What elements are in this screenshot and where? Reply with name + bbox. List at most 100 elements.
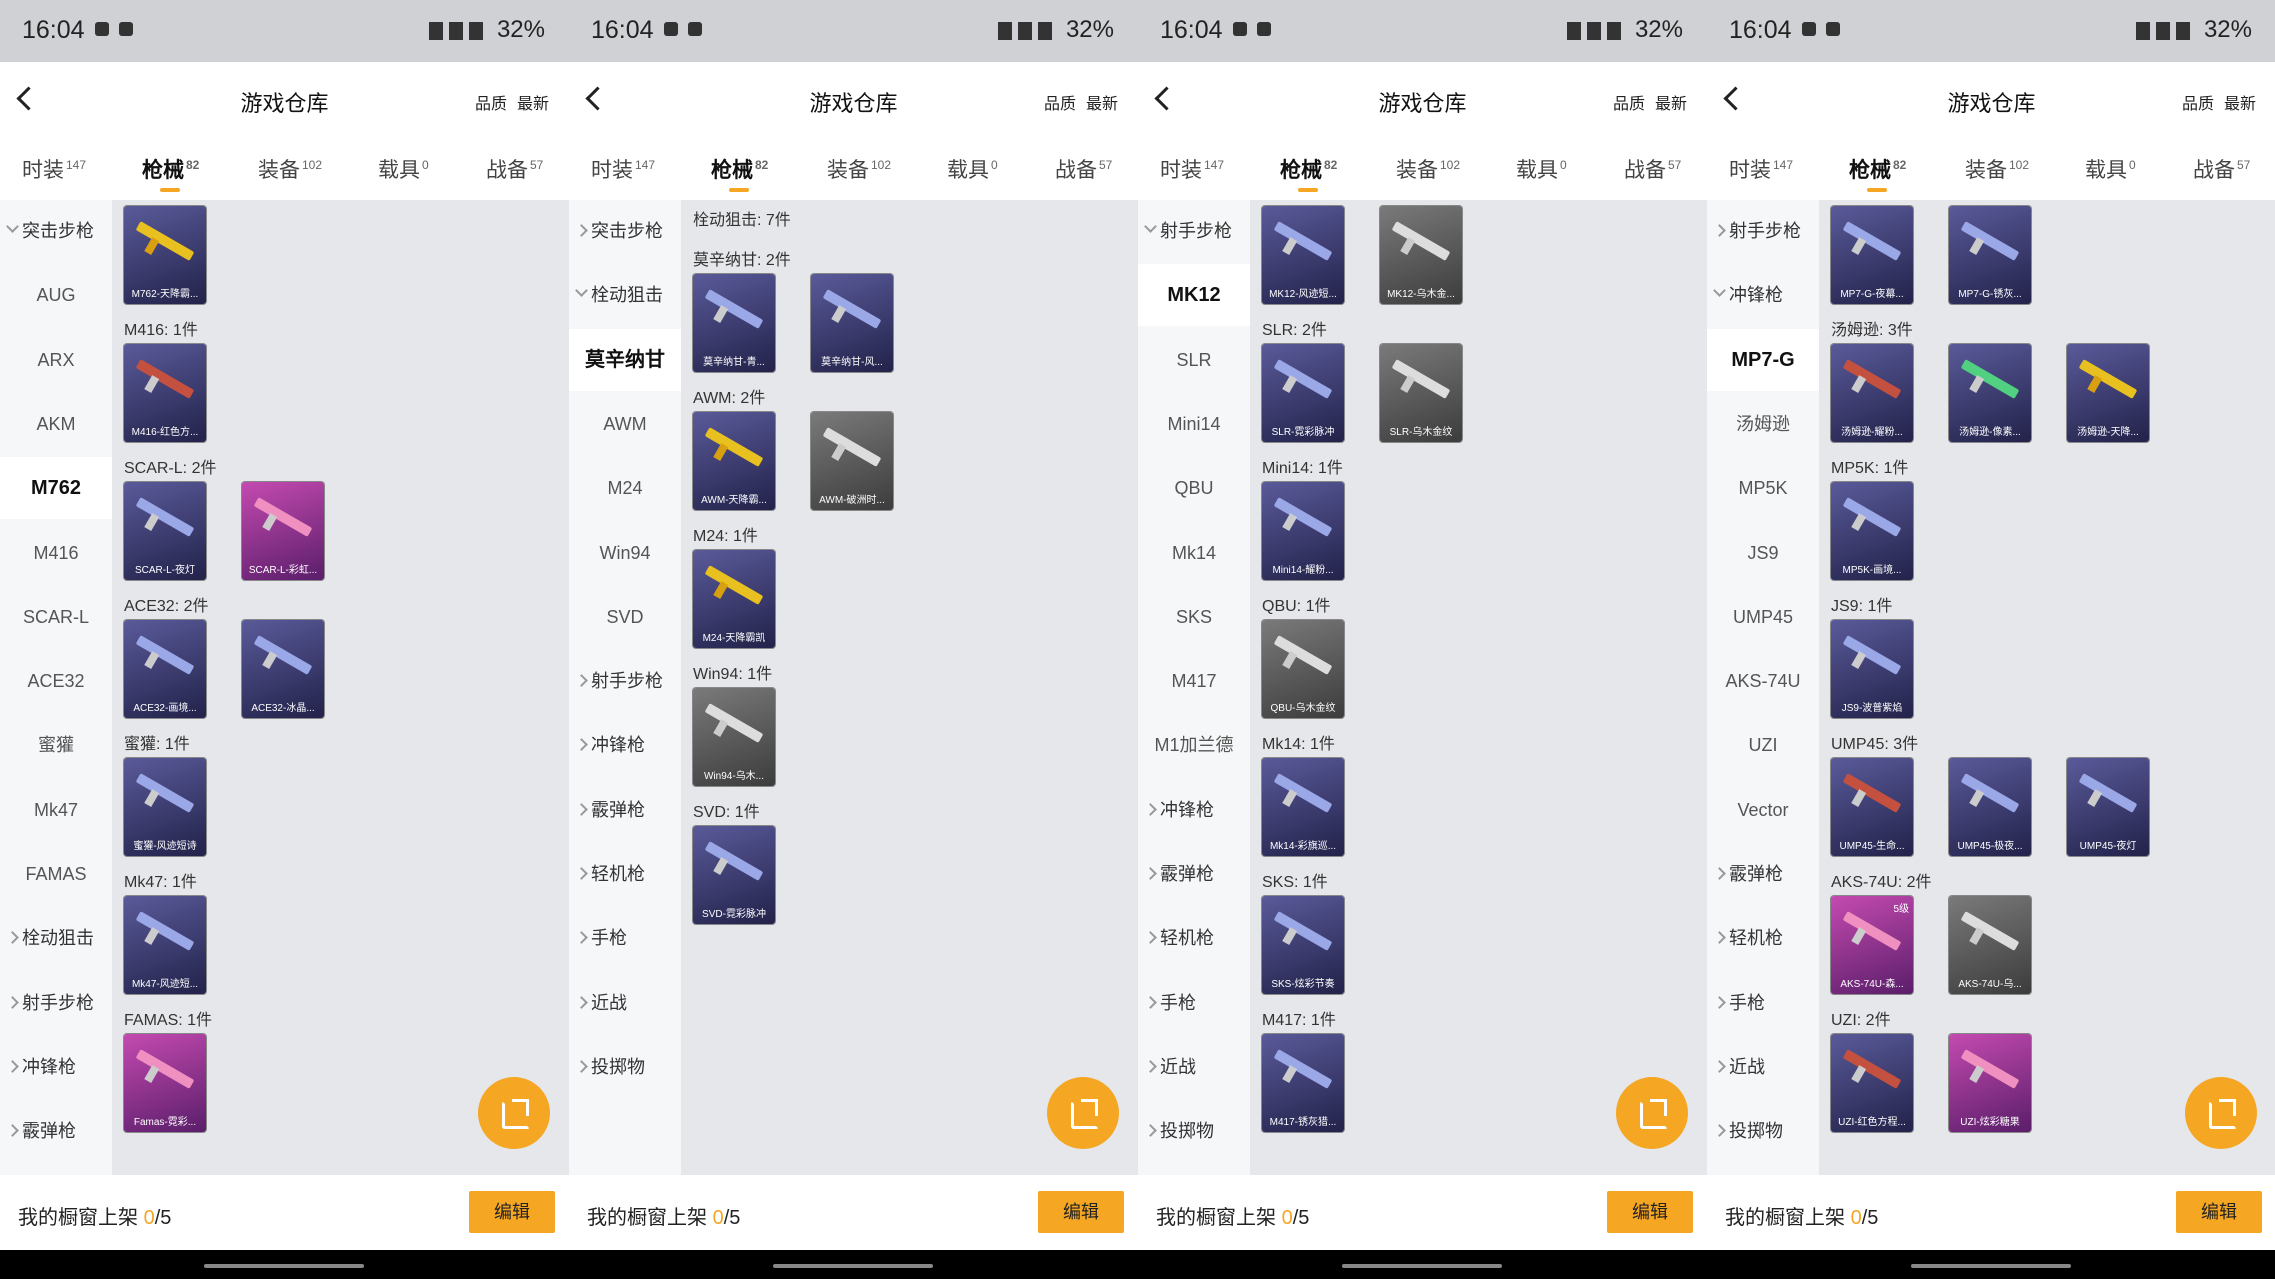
sidebar-item[interactable]: 蜜獾	[0, 714, 112, 776]
tab-1[interactable]: 枪械 82	[142, 154, 199, 192]
skin-card[interactable]: 莫辛纳甘-风...	[811, 274, 893, 372]
sidebar-item[interactable]: JS9	[1707, 522, 1819, 584]
sidebar-item[interactable]: AKS-74U	[1707, 650, 1819, 712]
sidebar-group[interactable]: 投掷物	[569, 1036, 681, 1098]
sidebar-group[interactable]: 冲锋枪	[0, 1036, 112, 1098]
skin-card[interactable]: SLR-乌木金纹	[1380, 344, 1462, 442]
skin-card[interactable]: Mk47-风迹短...	[124, 896, 206, 994]
sidebar-item[interactable]: MK12	[1138, 264, 1250, 327]
sidebar-item[interactable]: AKM	[0, 393, 112, 455]
sort-quality-button[interactable]: 品质	[475, 96, 507, 113]
sort-latest-button[interactable]: 最新	[1655, 96, 1687, 113]
sidebar-group[interactable]: 霰弹枪	[1138, 843, 1250, 905]
home-indicator[interactable]	[1342, 1264, 1502, 1268]
share-external-icon[interactable]	[1616, 1077, 1688, 1149]
sort-quality-button[interactable]: 品质	[1044, 96, 1076, 113]
skin-card[interactable]: ACE32-冰晶...	[242, 620, 324, 718]
sidebar-group[interactable]: 轻机枪	[1138, 907, 1250, 969]
skin-card[interactable]: SVD-霓彩脉冲	[693, 826, 775, 924]
sidebar-item[interactable]: Mini14	[1138, 393, 1250, 455]
sidebar-item[interactable]: SLR	[1138, 329, 1250, 391]
skin-card[interactable]: 汤姆逊-耀粉...	[1831, 344, 1913, 442]
sidebar-group[interactable]: 手枪	[1138, 972, 1250, 1034]
skin-card[interactable]: UZI-炫彩糖果	[1949, 1034, 2031, 1132]
sidebar-item[interactable]: M417	[1138, 650, 1250, 712]
skin-card[interactable]: Mini14-耀粉...	[1262, 482, 1344, 580]
home-indicator[interactable]	[204, 1264, 364, 1268]
skin-card[interactable]: Win94-乌木...	[693, 688, 775, 786]
sidebar-group[interactable]: 突击步枪	[0, 200, 112, 262]
tab-4[interactable]: 战备 57	[1055, 154, 1112, 184]
sidebar-group[interactable]: 冲锋枪	[1138, 779, 1250, 841]
tab-0[interactable]: 时装 147	[591, 154, 655, 184]
skin-card[interactable]: 汤姆逊-天降...	[2067, 344, 2149, 442]
skin-card[interactable]: UZI-红色方程...	[1831, 1034, 1913, 1132]
tab-4[interactable]: 战备 57	[486, 154, 543, 184]
skin-card[interactable]: ACE32-画境...	[124, 620, 206, 718]
skin-card[interactable]: M24-天降霸凯	[693, 550, 775, 648]
sidebar-item[interactable]: UMP45	[1707, 586, 1819, 648]
skin-card[interactable]: MP5K-画境...	[1831, 482, 1913, 580]
sidebar-group[interactable]: 突击步枪	[569, 200, 681, 262]
sidebar-group[interactable]: 手枪	[569, 907, 681, 969]
tab-4[interactable]: 战备 57	[1624, 154, 1681, 184]
skin-card[interactable]: MK12-乌木金...	[1380, 206, 1462, 304]
sidebar-group[interactable]: 霰弹枪	[569, 779, 681, 841]
tab-3[interactable]: 载具 0	[1516, 154, 1567, 184]
sidebar-group[interactable]: 射手步枪	[1707, 200, 1819, 262]
skin-card[interactable]: SKS-炫彩节奏	[1262, 896, 1344, 994]
skin-card[interactable]: 蜜獾-风迹短诗	[124, 758, 206, 856]
tab-2[interactable]: 装备 102	[827, 154, 891, 184]
tab-1[interactable]: 枪械 82	[1280, 154, 1337, 192]
tab-2[interactable]: 装备 102	[1965, 154, 2029, 184]
sidebar-item[interactable]: SKS	[1138, 586, 1250, 648]
skin-card[interactable]: SCAR-L-夜灯	[124, 482, 206, 580]
sidebar-group[interactable]: 投掷物	[1707, 1100, 1819, 1162]
tab-0[interactable]: 时装 147	[22, 154, 86, 184]
tab-3[interactable]: 载具 0	[947, 154, 998, 184]
sidebar-item[interactable]: M1加兰德	[1138, 714, 1250, 776]
tab-0[interactable]: 时装 147	[1729, 154, 1793, 184]
sidebar-item[interactable]: M416	[0, 522, 112, 584]
skin-card[interactable]: JS9-波普紫焰	[1831, 620, 1913, 718]
sidebar-group[interactable]: 冲锋枪	[569, 714, 681, 776]
skin-card[interactable]: M417-锈灰猎...	[1262, 1034, 1344, 1132]
sidebar-item[interactable]: Win94	[569, 522, 681, 584]
edit-button[interactable]: 编辑	[2176, 1191, 2262, 1233]
sidebar-item[interactable]: 莫辛纳甘	[569, 328, 681, 391]
skin-card[interactable]: SCAR-L-彩虹...	[242, 482, 324, 580]
sidebar-item[interactable]: FAMAS	[0, 843, 112, 905]
share-external-icon[interactable]	[1047, 1077, 1119, 1149]
sidebar-group[interactable]: 射手步枪	[569, 650, 681, 712]
sidebar-item[interactable]: M24	[569, 457, 681, 519]
sidebar-group[interactable]: 射手步枪	[0, 972, 112, 1034]
skin-card[interactable]: UMP45-极夜...	[1949, 758, 2031, 856]
sidebar-group[interactable]: 霰弹枪	[1707, 843, 1819, 905]
sort-latest-button[interactable]: 最新	[517, 96, 549, 113]
sidebar-group[interactable]: 射手步枪	[1138, 200, 1250, 262]
sidebar-item[interactable]: Vector	[1707, 779, 1819, 841]
skin-card[interactable]: AWM-天降霸...	[693, 412, 775, 510]
sidebar-item[interactable]: M762	[0, 457, 112, 520]
sort-quality-button[interactable]: 品质	[1613, 96, 1645, 113]
skin-card[interactable]: SLR-霓彩脉冲	[1262, 344, 1344, 442]
sidebar-group[interactable]: 近战	[569, 972, 681, 1034]
sidebar-item[interactable]: UZI	[1707, 714, 1819, 776]
sidebar-group[interactable]: 霰弹枪	[0, 1100, 112, 1162]
skin-card[interactable]: AWM-破洲时...	[811, 412, 893, 510]
sidebar-group[interactable]: 近战	[1138, 1036, 1250, 1098]
sidebar-group[interactable]: 近战	[1707, 1036, 1819, 1098]
skin-card[interactable]: AKS-74U-乌...	[1949, 896, 2031, 994]
sidebar-group[interactable]: 栓动狙击	[0, 907, 112, 969]
tab-2[interactable]: 装备 102	[258, 154, 322, 184]
skin-card[interactable]: M416-红色方...	[124, 344, 206, 442]
skin-card[interactable]: QBU-乌木金纹	[1262, 620, 1344, 718]
sidebar-group[interactable]: 冲锋枪	[1707, 264, 1819, 326]
skin-card[interactable]: M762-天降霸...	[124, 206, 206, 304]
tab-1[interactable]: 枪械 82	[1849, 154, 1906, 192]
edit-button[interactable]: 编辑	[1038, 1191, 1124, 1233]
skin-card[interactable]: 5级 AKS-74U-森...	[1831, 896, 1913, 994]
sort-latest-button[interactable]: 最新	[1086, 96, 1118, 113]
skin-card[interactable]: UMP45-生命...	[1831, 758, 1913, 856]
sidebar-group[interactable]: 投掷物	[1138, 1100, 1250, 1162]
